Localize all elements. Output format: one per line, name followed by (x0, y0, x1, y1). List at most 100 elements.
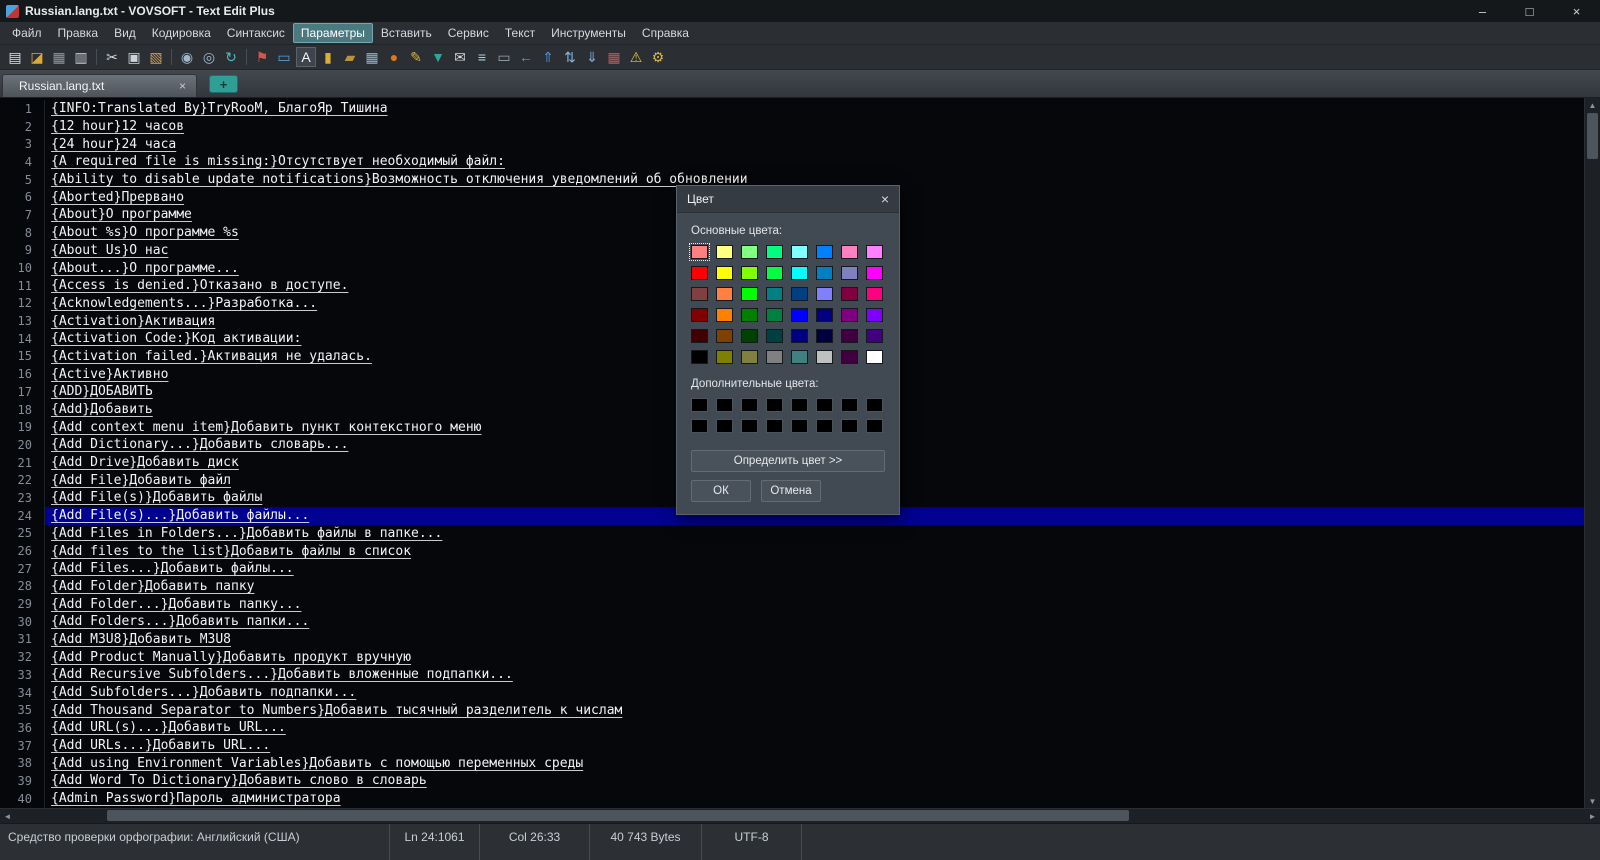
print-icon[interactable]: ▥ (71, 47, 91, 67)
basic-color-swatch-36[interactable] (766, 329, 783, 343)
basic-color-swatch-16[interactable] (866, 266, 883, 280)
custom-color-swatch-14[interactable] (816, 419, 833, 433)
editor-line-27[interactable]: 27 {Add Files...}Добавить файлы... (0, 559, 1584, 578)
basic-color-swatch-39[interactable] (841, 329, 858, 343)
basic-color-swatch-26[interactable] (716, 308, 733, 322)
basic-color-swatch-3[interactable] (741, 245, 758, 259)
basic-color-swatch-1[interactable] (689, 243, 710, 261)
globe-icon[interactable]: ● (384, 47, 404, 67)
menu-item-7[interactable]: Вставить (373, 23, 440, 43)
basic-color-swatch-48[interactable] (866, 350, 883, 364)
editor-line-35[interactable]: 35 {Add Thousand Separator to Numbers}Доб… (0, 701, 1584, 720)
basic-color-swatch-22[interactable] (816, 287, 833, 301)
custom-color-swatch-2[interactable] (716, 398, 733, 412)
basic-color-swatch-40[interactable] (866, 329, 883, 343)
paste-icon[interactable]: ▧ (146, 47, 166, 67)
editor-line-4[interactable]: 4 {A required file is missing:}Отсутствуе… (0, 153, 1584, 171)
close-button[interactable]: × (1553, 0, 1600, 22)
menu-item-8[interactable]: Сервис (440, 23, 497, 43)
lock-icon[interactable]: ▮ (318, 47, 338, 67)
scroll-left-icon[interactable]: ◄ (0, 812, 15, 821)
menu-item-2[interactable]: Правка (50, 23, 107, 43)
editor-line-1[interactable]: 1 {INFO:Translated By}TryRooM, БлагоЯр Ти… (0, 100, 1584, 118)
basic-color-swatch-37[interactable] (791, 329, 808, 343)
scroll-right-icon[interactable]: ► (1585, 812, 1600, 821)
maximize-button[interactable]: □ (1506, 0, 1553, 22)
refresh-icon[interactable]: ↻ (221, 47, 241, 67)
basic-color-swatch-47[interactable] (841, 350, 858, 364)
vertical-scroll-thumb[interactable] (1587, 113, 1598, 159)
editor-line-25[interactable]: 25 {Add Files in Folders...}Добавить файл… (0, 524, 1584, 543)
basic-color-swatch-31[interactable] (841, 308, 858, 322)
back-icon[interactable]: ← (516, 47, 536, 67)
basic-color-swatch-17[interactable] (691, 287, 708, 301)
basic-color-swatch-38[interactable] (816, 329, 833, 343)
dialog-title-bar[interactable]: Цвет × (677, 186, 899, 213)
basic-color-swatch-9[interactable] (691, 266, 708, 280)
vertical-scrollbar[interactable]: ▲ ▼ (1584, 98, 1600, 808)
zoom-out-icon[interactable]: ◎ (199, 47, 219, 67)
tab-close-icon[interactable]: × (179, 79, 186, 93)
editor-line-40[interactable]: 40 {Admin Password}Пароль администратора (0, 789, 1584, 808)
editor-line-2[interactable]: 2 {12 hour}12 часов (0, 117, 1584, 136)
font-icon[interactable]: A (296, 47, 316, 67)
up-icon[interactable]: ⇑ (538, 47, 558, 67)
pen-icon[interactable]: ✎ (406, 47, 426, 67)
filter-icon[interactable]: ▼ (428, 47, 448, 67)
basic-color-swatch-6[interactable] (816, 245, 833, 259)
sort-asc-icon[interactable]: ⇅ (560, 47, 580, 67)
basic-color-swatch-44[interactable] (766, 350, 783, 364)
basic-color-swatch-25[interactable] (691, 308, 708, 322)
basic-color-swatch-23[interactable] (841, 287, 858, 301)
basic-color-swatch-15[interactable] (841, 266, 858, 280)
menu-item-9[interactable]: Текст (497, 23, 543, 43)
flag-icon[interactable]: ⚑ (252, 47, 272, 67)
copy-icon[interactable]: ▣ (124, 47, 144, 67)
basic-color-swatch-10[interactable] (716, 266, 733, 280)
custom-color-swatch-16[interactable] (866, 419, 883, 433)
custom-color-swatch-1[interactable] (691, 398, 708, 412)
dialog-close-icon[interactable]: × (881, 191, 889, 207)
custom-color-swatch-7[interactable] (841, 398, 858, 412)
basic-color-swatch-7[interactable] (841, 245, 858, 259)
editor-line-28[interactable]: 28 {Add Folder}Добавить папку (0, 577, 1584, 596)
basic-color-swatch-13[interactable] (791, 266, 808, 280)
basic-color-swatch-19[interactable] (741, 287, 758, 301)
menu-item-3[interactable]: Вид (106, 23, 144, 43)
sort-desc-icon[interactable]: ⇓ (582, 47, 602, 67)
custom-color-swatch-8[interactable] (866, 398, 883, 412)
basic-color-swatch-21[interactable] (791, 287, 808, 301)
custom-color-swatch-6[interactable] (816, 398, 833, 412)
zoom-in-icon[interactable]: ◉ (177, 47, 197, 67)
basic-color-swatch-41[interactable] (691, 350, 708, 364)
basic-color-swatch-4[interactable] (766, 245, 783, 259)
basic-color-swatch-24[interactable] (866, 287, 883, 301)
basic-color-swatch-27[interactable] (741, 308, 758, 322)
editor-line-37[interactable]: 37 {Add URLs...}Добавить URL... (0, 736, 1584, 755)
basic-color-swatch-14[interactable] (816, 266, 833, 280)
menu-item-5[interactable]: Синтаксис (219, 23, 293, 43)
editor-line-31[interactable]: 31 {Add M3U8}Добавить M3U8 (0, 630, 1584, 649)
editor-line-26[interactable]: 26 {Add files to the list}Добавить файлы … (0, 542, 1584, 560)
menu-item-1[interactable]: Файл (4, 23, 50, 43)
menu-item-10[interactable]: Инструменты (543, 23, 634, 43)
save-icon[interactable]: ▦ (49, 47, 69, 67)
basic-color-swatch-5[interactable] (791, 245, 808, 259)
menu-item-6[interactable]: Параметры (292, 23, 373, 43)
custom-color-swatch-4[interactable] (766, 398, 783, 412)
basic-color-swatch-32[interactable] (866, 308, 883, 322)
basic-color-swatch-35[interactable] (741, 329, 758, 343)
custom-color-swatch-5[interactable] (791, 398, 808, 412)
horizontal-scrollbar[interactable]: ◄ ► (0, 808, 1600, 823)
tab-russian-lang-txt[interactable]: Russian.lang.txt × (2, 74, 197, 97)
custom-color-swatch-13[interactable] (791, 419, 808, 433)
new-file-icon[interactable]: ▤ (5, 47, 25, 67)
new-tab-button[interactable]: + (209, 75, 238, 93)
editor-line-34[interactable]: 34 {Add Subfolders...}Добавить подпапки..… (0, 683, 1584, 702)
archive-icon[interactable]: ▰ (340, 47, 360, 67)
custom-color-swatch-12[interactable] (766, 419, 783, 433)
basic-color-swatch-29[interactable] (791, 308, 808, 322)
basic-color-swatch-2[interactable] (716, 245, 733, 259)
custom-color-swatch-10[interactable] (716, 419, 733, 433)
menu-item-4[interactable]: Кодировка (144, 23, 219, 43)
